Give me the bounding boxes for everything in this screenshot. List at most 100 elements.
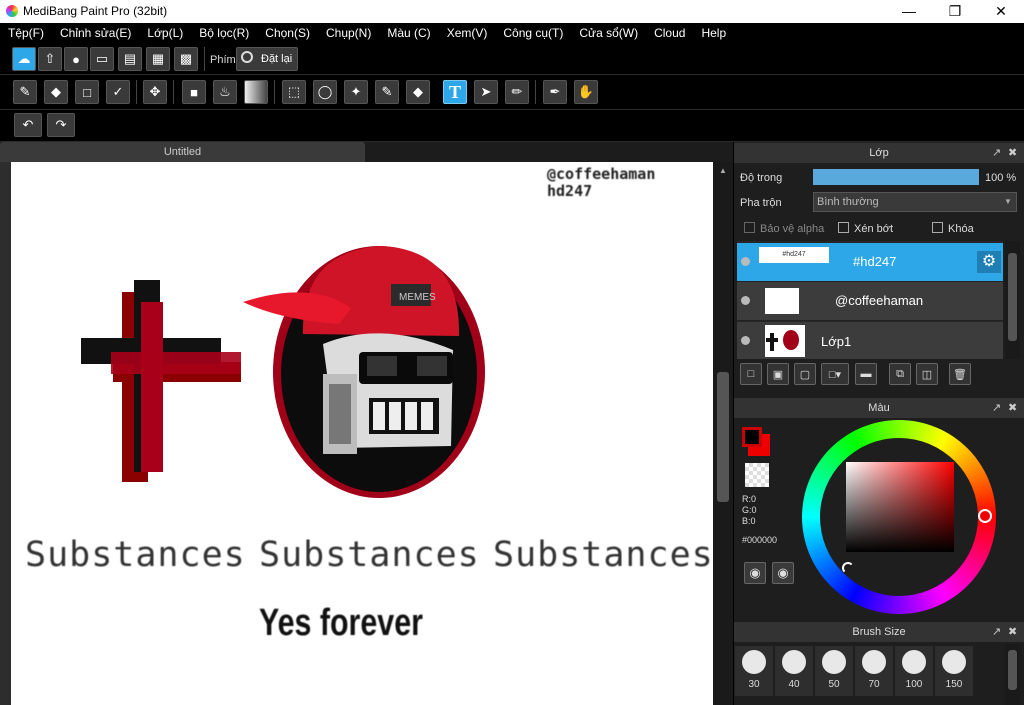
text-tool-icon[interactable]: T: [443, 80, 467, 104]
close-icon[interactable]: ✕: [978, 0, 1024, 23]
brush-size-value: 40: [788, 679, 800, 690]
palette-settings-icon[interactable]: ◉: [772, 562, 794, 584]
redo-icon[interactable]: ↷: [47, 113, 75, 137]
select-rect-icon[interactable]: ⬚: [282, 80, 306, 104]
brush-size-100[interactable]: 100: [895, 646, 933, 696]
operation-tool-icon[interactable]: ➤: [474, 80, 498, 104]
clipping-checkbox[interactable]: Xén bớt: [838, 222, 893, 235]
visibility-icon[interactable]: [741, 257, 750, 266]
page-icon[interactable]: ▤: [118, 47, 142, 71]
visibility-icon[interactable]: [741, 336, 750, 345]
new-8bit-layer-icon[interactable]: ▢: [794, 363, 816, 385]
move-tool-icon[interactable]: ✥: [143, 80, 167, 104]
eraser-tool-icon[interactable]: ◆: [44, 80, 68, 104]
layer-settings-gear-icon[interactable]: ⚙: [977, 251, 1001, 273]
protect-alpha-checkbox[interactable]: Bảo vệ alpha: [744, 222, 824, 235]
fill-rect-icon[interactable]: ■: [182, 80, 206, 104]
menu-help[interactable]: Help: [693, 23, 734, 44]
new-layer-icon[interactable]: □: [740, 363, 762, 385]
scroll-up-icon[interactable]: ▲: [719, 166, 727, 175]
select-eraser-icon[interactable]: ◆: [406, 80, 430, 104]
transparent-color-swatch[interactable]: [745, 463, 769, 487]
merge-down-icon[interactable]: ◫: [916, 363, 938, 385]
separator: [274, 80, 275, 104]
bucket-tool-icon[interactable]: ♨: [213, 80, 237, 104]
brush-size-50[interactable]: 50: [815, 646, 853, 696]
layer-thumbnail: [765, 288, 799, 314]
visibility-icon[interactable]: [741, 296, 750, 305]
brush-size-70[interactable]: 70: [855, 646, 893, 696]
brush-scrollbar[interactable]: [1005, 644, 1020, 705]
menu-layer[interactable]: Lớp(L): [139, 23, 191, 44]
lock-label: Khóa: [948, 223, 974, 235]
duplicate-layer-icon[interactable]: ⧉: [889, 363, 911, 385]
undo-icon[interactable]: ↶: [14, 113, 42, 137]
brush-size-30[interactable]: 30: [735, 646, 773, 696]
canvas-scrollbar[interactable]: ▲: [713, 162, 733, 705]
menu-file[interactable]: Tệp(F): [0, 23, 52, 44]
folder-icon[interactable]: ▬: [855, 363, 877, 385]
lock-checkbox[interactable]: Khóa: [932, 222, 974, 235]
brush-size-150[interactable]: 150: [935, 646, 973, 696]
menu-capture[interactable]: Chụp(N): [318, 23, 379, 44]
layer-list: #hd247 #hd247 ⚙ @coffeehaman Lớp1: [737, 241, 1003, 359]
brush-scrollbar-thumb[interactable]: [1008, 650, 1017, 690]
menu-filter[interactable]: Bộ lọc(R): [191, 23, 257, 44]
panel-close-icon[interactable]: ✖: [1008, 398, 1017, 418]
dot-tool-icon[interactable]: □: [75, 80, 99, 104]
layer-row-lop1[interactable]: Lớp1: [737, 322, 1003, 359]
menu-color[interactable]: Màu (C): [379, 23, 438, 44]
layer-scrollbar[interactable]: [1005, 241, 1020, 359]
trash-icon[interactable]: 🗑: [949, 363, 971, 385]
reset-button[interactable]: Đặt lại: [236, 47, 298, 71]
opacity-value: 100 %: [985, 172, 1017, 184]
hue-handle[interactable]: [978, 509, 992, 523]
divide-tool-icon[interactable]: ✏: [505, 80, 529, 104]
brush-size-40[interactable]: 40: [775, 646, 813, 696]
opacity-slider[interactable]: [813, 169, 979, 185]
menu-view[interactable]: Xem(V): [439, 23, 496, 44]
window-title: MediBang Paint Pro (32bit): [23, 4, 168, 18]
new-halftone-layer-icon[interactable]: ▣: [767, 363, 789, 385]
maximize-icon[interactable]: ❐: [932, 0, 978, 23]
eyedropper-icon[interactable]: ✒: [543, 80, 567, 104]
cloud-save-icon[interactable]: ☁: [12, 47, 36, 71]
blend-mode-select[interactable]: Bình thường ▼: [813, 192, 1017, 212]
scrollbar-thumb[interactable]: [717, 372, 729, 502]
panel-icon[interactable]: ▦: [146, 47, 170, 71]
menu-cloud[interactable]: Cloud: [646, 23, 693, 44]
layer-row-coffeehaman[interactable]: @coffeehaman: [737, 282, 1003, 321]
add-layer-menu-icon[interactable]: □▾: [821, 363, 849, 385]
gradient-tool-icon[interactable]: [244, 80, 268, 104]
share-icon[interactable]: ⇧: [38, 47, 62, 71]
foreground-color-swatch[interactable]: [742, 427, 762, 447]
brush-tool-icon[interactable]: ✎: [13, 80, 37, 104]
panel-close-icon[interactable]: ✖: [1008, 143, 1017, 163]
color-picker-handle[interactable]: [842, 562, 854, 574]
drawing-canvas[interactable]: @coffeehaman hd247 MEMES Substances Subs…: [11, 162, 713, 705]
select-pen-icon[interactable]: ✓: [106, 80, 130, 104]
menu-tools[interactable]: Công cụ(T): [495, 23, 571, 44]
magic-wand-icon[interactable]: ✦: [344, 80, 368, 104]
popout-icon[interactable]: ↗: [992, 622, 1001, 642]
document-tab[interactable]: Untitled: [0, 142, 365, 162]
minimize-icon[interactable]: —: [886, 0, 932, 23]
popout-icon[interactable]: ↗: [992, 398, 1001, 418]
popout-icon[interactable]: ↗: [992, 143, 1001, 163]
grid-icon[interactable]: ▩: [174, 47, 198, 71]
speech-bubble-icon[interactable]: ▭: [90, 47, 114, 71]
menu-window[interactable]: Cửa sổ(W): [571, 23, 646, 44]
lasso-icon[interactable]: ◯: [313, 80, 337, 104]
hex-value: #000000: [742, 535, 778, 545]
panel-close-icon[interactable]: ✖: [1008, 622, 1017, 642]
menu-edit[interactable]: Chỉnh sửa(E): [52, 23, 139, 44]
comment-icon[interactable]: ●: [64, 47, 88, 71]
palette-icon[interactable]: ◉: [744, 562, 766, 584]
tagline-text: Yes forever: [259, 602, 423, 644]
hand-tool-icon[interactable]: ✋: [574, 80, 598, 104]
menu-select[interactable]: Chọn(S): [257, 23, 318, 44]
saturation-value-square[interactable]: [846, 462, 954, 552]
layer-scrollbar-thumb[interactable]: [1008, 253, 1017, 341]
select-pen-tool-icon[interactable]: ✎: [375, 80, 399, 104]
layer-row-hd247[interactable]: #hd247 #hd247 ⚙: [737, 243, 1003, 282]
